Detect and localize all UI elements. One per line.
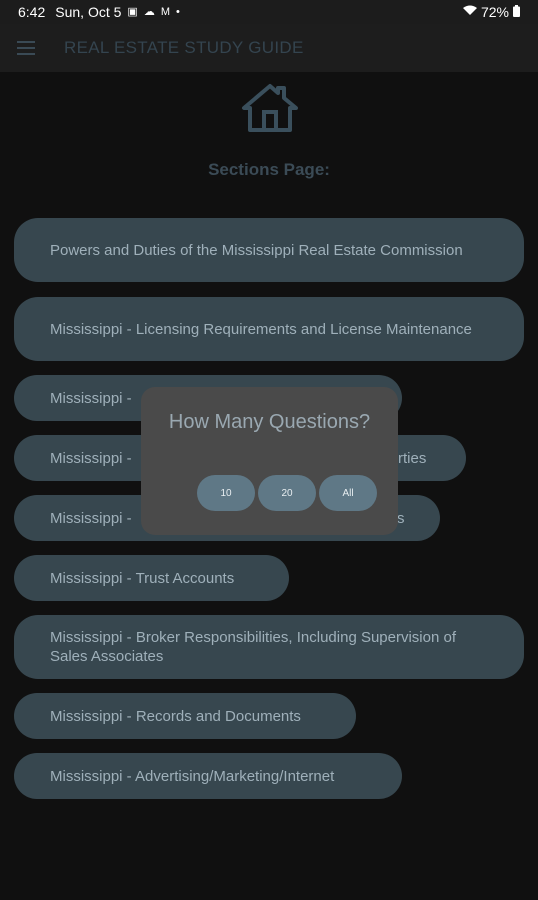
- section-label: Mississippi - Records and Documents: [50, 707, 301, 725]
- status-time: 6:42: [18, 4, 46, 20]
- section-label: Mississippi - Trust Accounts: [50, 569, 235, 587]
- battery-percent: 72%: [480, 4, 509, 20]
- section-item-advertising[interactable]: Mississippi - Advertising/Marketing/Inte…: [14, 753, 402, 799]
- menu-icon[interactable]: [17, 41, 35, 55]
- section-item-powers-duties[interactable]: Powers and Duties of the Mississippi Rea…: [14, 218, 524, 282]
- section-label: Powers and Duties of the Mississippi Rea…: [50, 241, 463, 259]
- cloud-icon: ☁: [143, 5, 155, 18]
- question-count-dialog: How Many Questions? 10 20 All: [141, 387, 398, 535]
- section-label: Mississippi - Broker Responsibilities, I…: [50, 629, 457, 665]
- section-label-tail: s: [397, 509, 405, 527]
- section-label: Mississippi -: [50, 449, 132, 467]
- house-icon: [240, 82, 300, 134]
- app-title: REAL ESTATE STUDY GUIDE: [64, 38, 304, 57]
- gmail-icon: M: [160, 5, 170, 18]
- app-bar: REAL ESTATE STUDY GUIDE: [0, 24, 538, 72]
- dot-icon: •: [175, 5, 180, 18]
- section-item-licensing[interactable]: Mississippi - Licensing Requirements and…: [14, 297, 524, 361]
- section-item-trust-accounts[interactable]: Mississippi - Trust Accounts: [14, 555, 289, 601]
- dialog-title: How Many Questions?: [168, 411, 371, 433]
- status-bar: 6:42 Sun, Oct 5 ▣ ☁ M • 72%: [0, 0, 538, 24]
- section-label: Mississippi - Licensing Requirements and…: [50, 320, 472, 338]
- section-item-records-documents[interactable]: Mississippi - Records and Documents: [14, 693, 356, 739]
- status-date: Sun, Oct 5: [55, 4, 122, 20]
- section-label: Mississippi -: [50, 509, 132, 527]
- page-heading: Sections Page:: [208, 160, 330, 179]
- option-20-button[interactable]: 20: [258, 475, 316, 511]
- section-label: Mississippi -: [50, 389, 132, 407]
- section-label: Mississippi - Advertising/Marketing/Inte…: [50, 767, 335, 785]
- section-label-tail: rties: [398, 449, 427, 467]
- option-10-button[interactable]: 10: [197, 475, 255, 511]
- option-all-button[interactable]: All: [319, 475, 377, 511]
- battery-icon: [513, 4, 520, 20]
- section-item-broker-responsibilities[interactable]: Mississippi - Broker Responsibilities, I…: [14, 615, 524, 679]
- wifi-icon: [462, 5, 477, 19]
- photo-icon: ▣: [127, 5, 138, 18]
